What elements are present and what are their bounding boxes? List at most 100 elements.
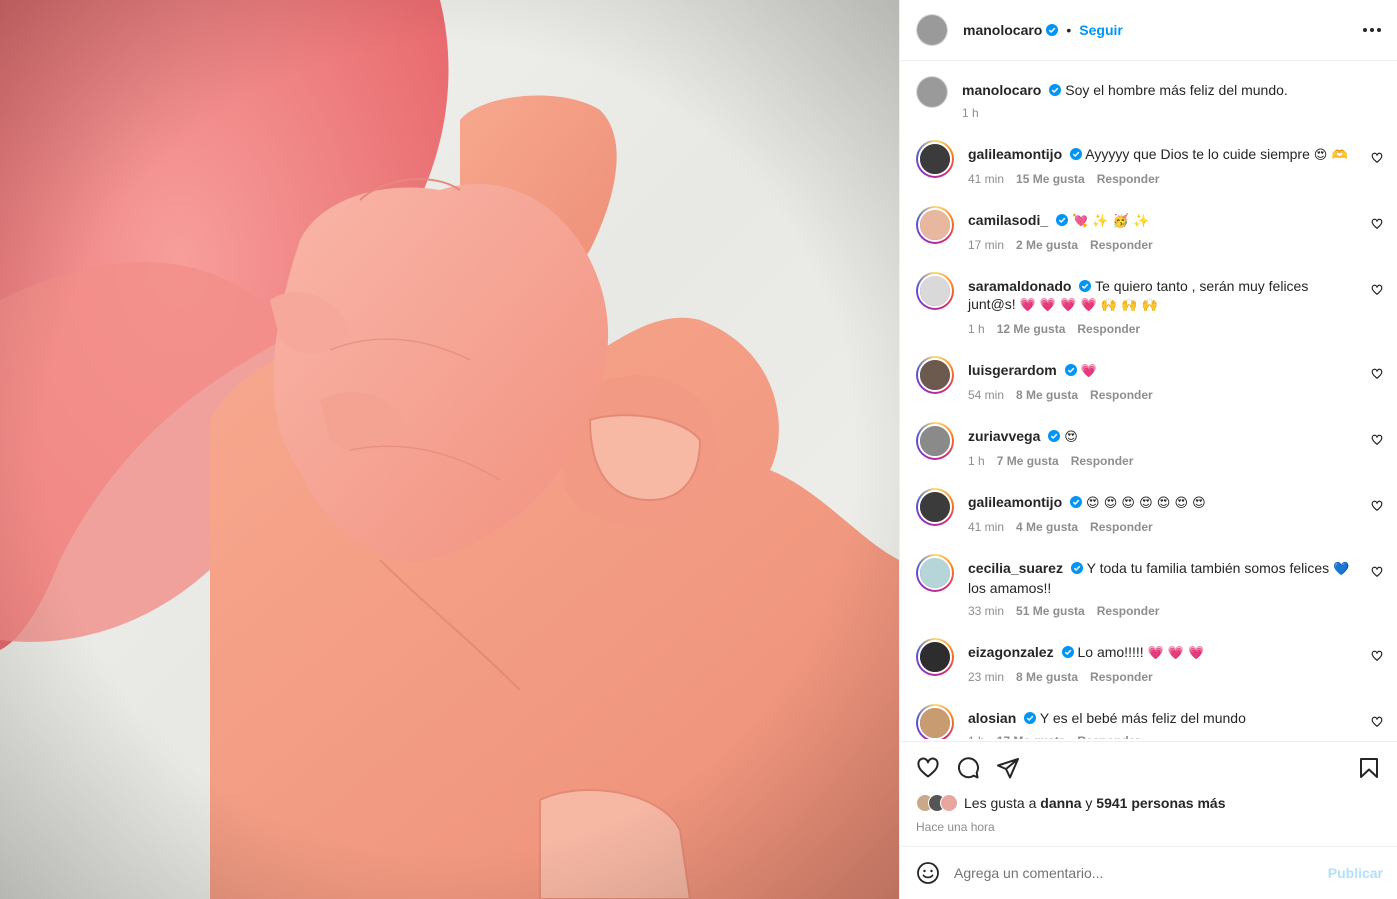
comment-emoji: 💗 💗 💗 💗 🙌 🙌 🙌 — [1019, 298, 1158, 313]
reply-button[interactable]: Responder — [1071, 454, 1134, 468]
comment-likes[interactable]: 15 Me gusta — [1016, 172, 1085, 186]
comment-icon[interactable] — [956, 756, 980, 780]
comment-username[interactable]: cecilia_suarez — [968, 560, 1063, 576]
follow-button[interactable]: Seguir — [1079, 22, 1123, 38]
author-username[interactable]: manolocaro — [963, 22, 1042, 38]
reply-button[interactable]: Responder — [1090, 388, 1153, 402]
share-icon[interactable] — [996, 756, 1020, 780]
comment-heart-icon[interactable] — [1371, 650, 1383, 662]
caption-text: Soy el hombre más feliz del mundo. — [1065, 82, 1288, 98]
likes-summary: Les gusta a danna y 5941 personas más — [916, 794, 1381, 812]
comment-likes[interactable]: 17 Me gusta — [997, 734, 1066, 739]
publish-button[interactable]: Publicar — [1328, 865, 1383, 881]
reply-button[interactable]: Responder — [1090, 670, 1153, 684]
verified-icon — [1079, 280, 1092, 292]
comment-likes[interactable]: 4 Me gusta — [1016, 520, 1078, 534]
reply-button[interactable]: Responder — [1090, 238, 1153, 252]
comment-emoji: 💙 — [1333, 562, 1350, 577]
verified-icon — [1070, 148, 1083, 160]
comment-likes[interactable]: 2 Me gusta — [1016, 238, 1078, 252]
comment-username[interactable]: galileamontijo — [968, 494, 1062, 510]
comment-time: 41 min — [968, 172, 1005, 186]
post-time: Hace una hora — [916, 820, 995, 834]
comments-list[interactable]: manolocaro Soy el hombre más feliz del m… — [900, 62, 1397, 739]
verified-icon — [1048, 430, 1061, 442]
post-header: manolocaro • Seguir — [900, 0, 1397, 61]
comment-heart-icon[interactable] — [1371, 152, 1383, 164]
commenter-avatar[interactable] — [916, 206, 954, 244]
bookmark-icon[interactable] — [1357, 756, 1381, 780]
more-icon[interactable] — [1363, 28, 1381, 32]
comment-likes[interactable]: 8 Me gusta — [1016, 670, 1078, 684]
comment-username[interactable]: galileamontijo — [968, 146, 1062, 162]
likes-first-user[interactable]: danna — [1040, 795, 1081, 811]
reply-button[interactable]: Responder — [1097, 604, 1160, 618]
comment-text: Y toda tu familia también somos felices — [1086, 560, 1330, 576]
comment-item: alosian Y es el bebé más feliz del mundo… — [916, 704, 1383, 739]
verified-icon — [1046, 24, 1059, 36]
comment-likes[interactable]: 7 Me gusta — [997, 454, 1059, 468]
comment-username[interactable]: saramaldonado — [968, 278, 1071, 294]
author-avatar[interactable] — [916, 14, 948, 46]
comment-time: 17 min — [968, 238, 1005, 252]
comment-time: 54 min — [968, 388, 1005, 402]
comment-heart-icon[interactable] — [1371, 218, 1383, 230]
reply-button[interactable]: Responder — [1077, 322, 1140, 336]
commenter-avatar[interactable] — [916, 140, 954, 178]
comment-text-continued: los amamos!! — [968, 580, 1052, 596]
comment-emoji: 😍 🫶 — [1313, 148, 1348, 163]
comment-heart-icon[interactable] — [1371, 566, 1383, 578]
comment-heart-icon[interactable] — [1371, 284, 1383, 296]
comment-text: Ayyyyy que Dios te lo cuide siempre — [1085, 146, 1310, 162]
likes-others[interactable]: 5941 personas más — [1096, 795, 1225, 811]
post-actions: Les gusta a danna y 5941 personas más Ha… — [900, 741, 1397, 834]
comment-heart-icon[interactable] — [1371, 500, 1383, 512]
comment-username[interactable]: eizagonzalez — [968, 644, 1054, 660]
caption: manolocaro Soy el hombre más feliz del m… — [916, 76, 1383, 140]
commenter-avatar[interactable] — [916, 488, 954, 526]
commenter-avatar[interactable] — [916, 272, 954, 310]
commenter-avatar[interactable] — [916, 638, 954, 676]
emoji-icon[interactable] — [916, 861, 940, 885]
comment-time: 23 min — [968, 670, 1005, 684]
comment-username[interactable]: zuriavvega — [968, 428, 1040, 444]
comment-username[interactable]: camilasodi_ — [968, 212, 1048, 228]
verified-icon — [1064, 364, 1077, 376]
verified-icon — [1070, 562, 1083, 574]
comment-heart-icon[interactable] — [1371, 716, 1383, 728]
comment-likes[interactable]: 51 Me gusta — [1016, 604, 1085, 618]
commenter-avatar[interactable] — [916, 356, 954, 394]
comment-text: Lo amo!!!!! — [1077, 644, 1144, 660]
comment-input[interactable] — [954, 865, 1328, 881]
reply-button[interactable]: Responder — [1097, 172, 1160, 186]
comment-heart-icon[interactable] — [1371, 434, 1383, 446]
commenter-avatar[interactable] — [916, 554, 954, 592]
verified-icon — [1061, 646, 1074, 658]
commenter-avatar[interactable] — [916, 704, 954, 739]
comment-username[interactable]: alosian — [968, 710, 1016, 726]
post-photo[interactable] — [0, 0, 899, 899]
comment-item: cecilia_suarez Y toda tu familia también… — [916, 554, 1383, 638]
verified-icon — [1049, 84, 1062, 96]
comment-time: 1 h — [968, 734, 985, 739]
comment-emoji: 💗 💗 💗 — [1147, 646, 1205, 661]
comment-likes[interactable]: 8 Me gusta — [1016, 388, 1078, 402]
reply-button[interactable]: Responder — [1090, 520, 1153, 534]
comment-heart-icon[interactable] — [1371, 368, 1383, 380]
comment-item: galileamontijo 😍 😍 😍 😍 😍 😍 😍 41 min 4 Me g… — [916, 488, 1383, 554]
likers-avatars[interactable] — [916, 794, 958, 812]
reply-button[interactable]: Responder — [1077, 734, 1140, 739]
comment-time: 33 min — [968, 604, 1005, 618]
comment-likes[interactable]: 12 Me gusta — [997, 322, 1066, 336]
commenter-avatar[interactable] — [916, 422, 954, 460]
caption-username[interactable]: manolocaro — [962, 82, 1041, 98]
heart-icon[interactable] — [916, 756, 940, 780]
likes-prefix: Les gusta a — [964, 795, 1037, 811]
verified-icon — [1056, 214, 1069, 226]
comment-username[interactable]: luisgerardom — [968, 362, 1057, 378]
verified-icon — [1070, 496, 1083, 508]
comment-time: 41 min — [968, 520, 1005, 534]
author-avatar[interactable] — [916, 76, 948, 108]
likes-conjunction: y — [1085, 795, 1093, 811]
comment-text: Y es el bebé más feliz del mundo — [1039, 710, 1246, 726]
